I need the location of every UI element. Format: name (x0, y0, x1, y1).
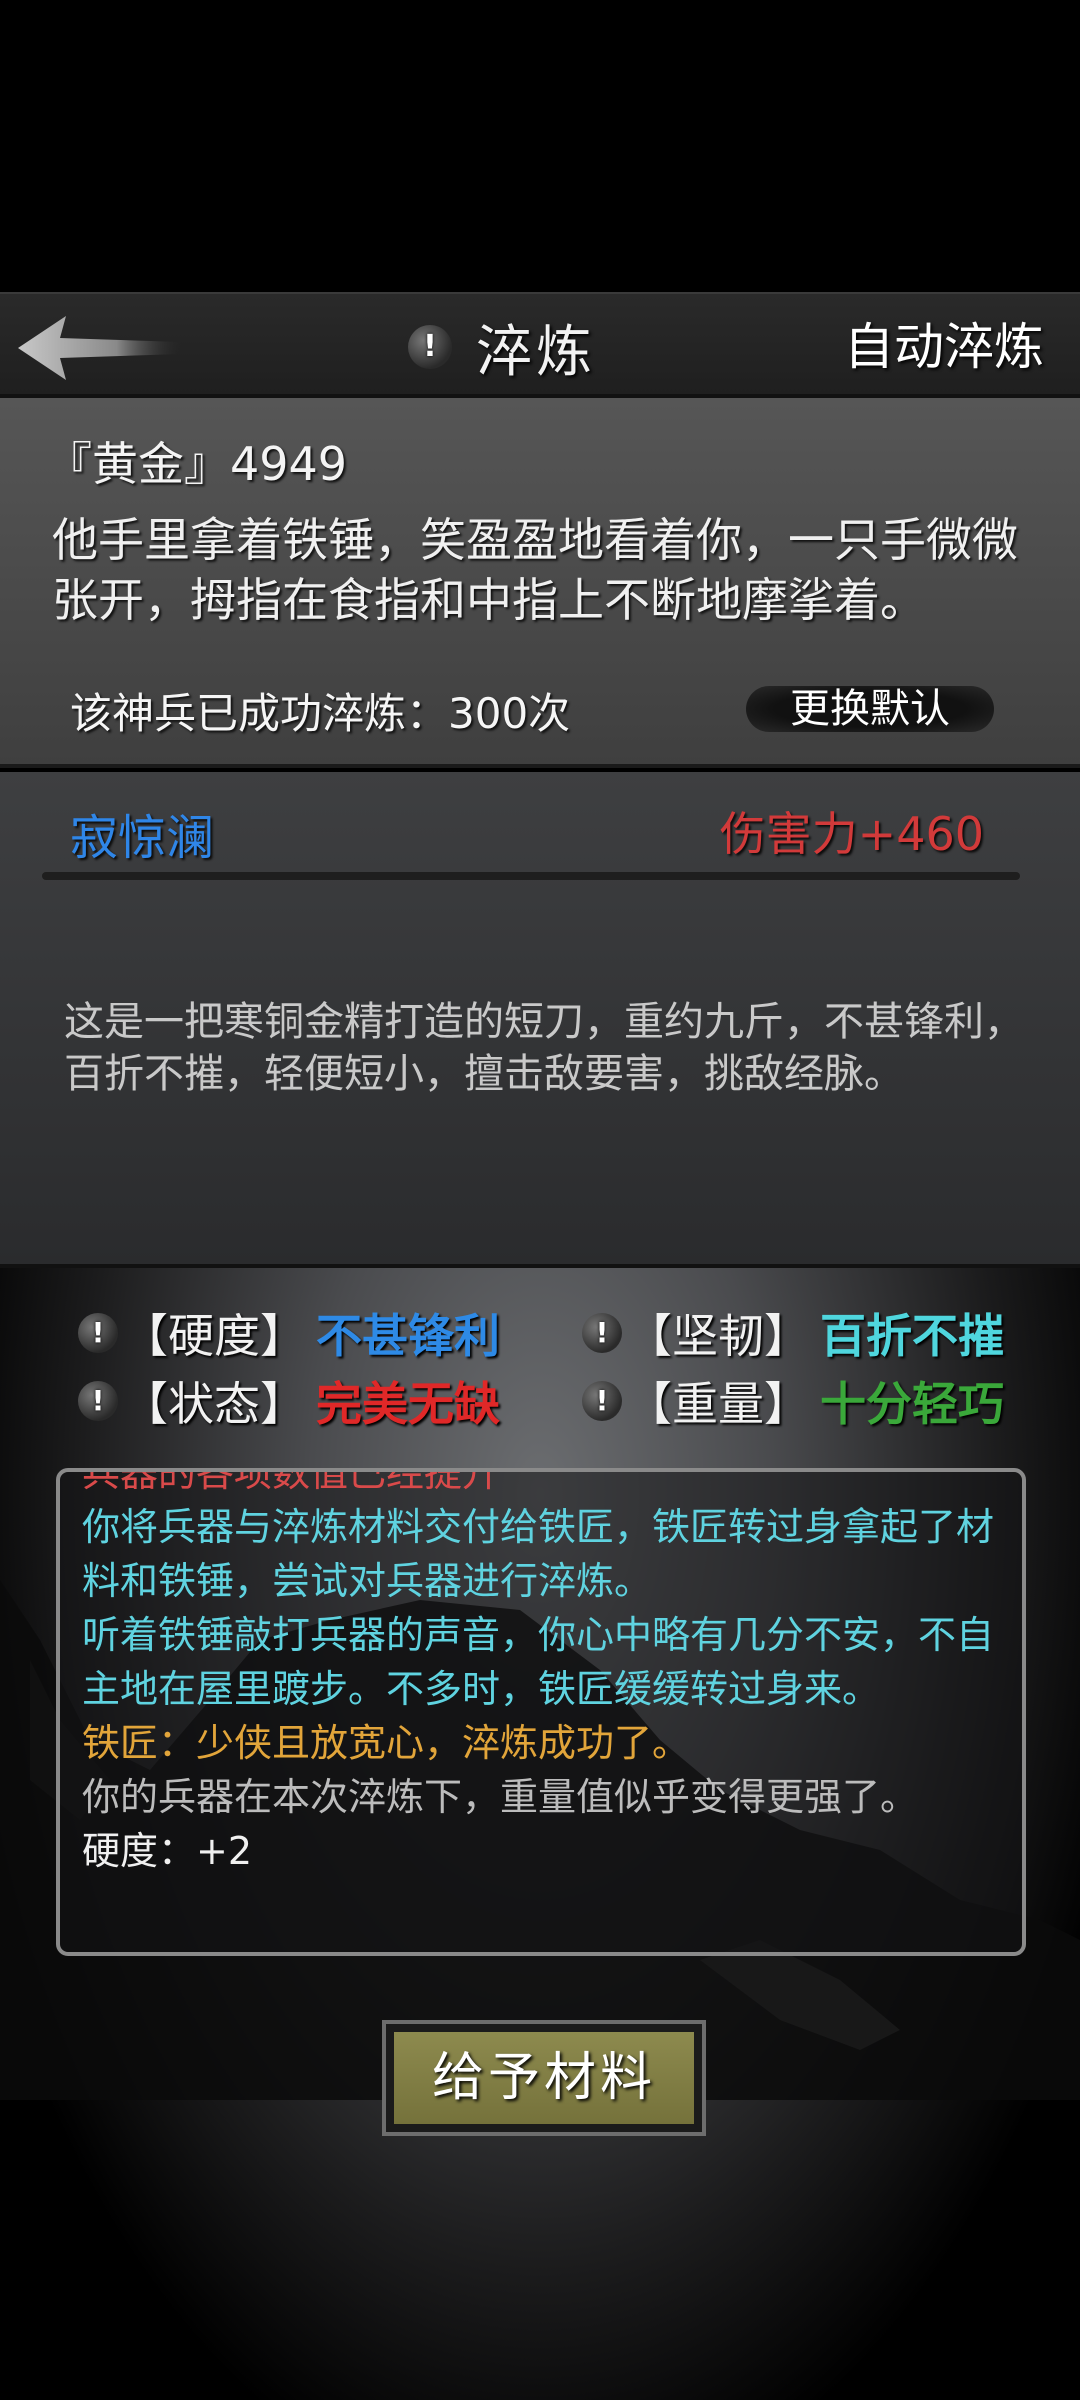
item-name: 『黄金』4949 (46, 437, 348, 491)
info-icon[interactable]: ! (582, 1313, 622, 1353)
title-group: ! 淬炼 (408, 314, 596, 385)
stat-weight: ! 【重量】 十分轻巧 (582, 1368, 1004, 1434)
item-description: 他手里拿着铁锤，笑盈盈地看着你，一只手微微张开，拇指在食指和中指上不断地摩挲着。 (52, 513, 1018, 627)
refine-log[interactable]: 兵器的各项数值已经提升 你将兵器与淬炼材料交付给铁匠，铁匠转过身拿起了材料和铁锤… (56, 1468, 1026, 1956)
info-icon[interactable]: ! (78, 1313, 118, 1353)
log-content: 兵器的各项数值已经提升 你将兵器与淬炼材料交付给铁匠，铁匠转过身拿起了材料和铁锤… (82, 1468, 1012, 1878)
weapon-panel: 寂惊澜 伤害力+460 这是一把寒铜金精打造的短刀，重约九斤，不甚锋利，百折不摧… (0, 772, 1080, 1268)
stat-value: 不甚锋利 (316, 1309, 500, 1363)
item-info-panel: 『黄金』4949 他手里拿着铁锤，笑盈盈地看着你，一只手微微张开，拇指在食指和中… (0, 398, 1080, 768)
stat-label: 【硬度】 (122, 1309, 306, 1363)
stat-condition: ! 【状态】 完美无缺 (78, 1368, 500, 1434)
give-materials-button[interactable]: 给予材料 (382, 2020, 706, 2136)
refine-count: 该神兵已成功淬炼：300次 (70, 689, 571, 738)
back-arrow-icon (18, 316, 182, 380)
stat-toughness: ! 【坚韧】 百折不摧 (582, 1300, 1004, 1366)
weapon-description: 这是一把寒铜金精打造的短刀，重约九斤，不甚锋利，百折不摧，轻便短小，擅击敌要害，… (64, 999, 1024, 1097)
stat-label: 【重量】 (626, 1377, 810, 1431)
page-title: 淬炼 (476, 319, 596, 385)
log-line: 听着铁锤敲打兵器的声音，你心中略有几分不安，不自主地在屋里踱步。不多时，铁匠缓缓… (82, 1613, 995, 1711)
divider (42, 872, 1020, 880)
info-icon[interactable]: ! (408, 325, 452, 369)
change-default-button[interactable]: 更换默认 (746, 686, 994, 732)
log-line: 你将兵器与淬炼材料交付给铁匠，铁匠转过身拿起了材料和铁锤，尝试对兵器进行淬炼。 (82, 1505, 995, 1603)
stat-label: 【坚韧】 (626, 1309, 810, 1363)
stat-value: 百折不摧 (820, 1309, 1004, 1363)
log-line: 铁匠：少侠且放宽心，淬炼成功了。 (82, 1721, 691, 1765)
log-line: 兵器的各项数值已经提升 (82, 1468, 501, 1495)
stat-label: 【状态】 (122, 1377, 306, 1431)
stat-value: 十分轻巧 (820, 1377, 1004, 1431)
back-button[interactable] (14, 312, 184, 384)
stat-value: 完美无缺 (316, 1377, 500, 1431)
info-icon[interactable]: ! (78, 1381, 118, 1421)
top-bar: ! 淬炼 自动淬炼 (0, 292, 1080, 398)
auto-refine-button[interactable]: 自动淬炼 (844, 312, 1044, 382)
log-line: 你的兵器在本次淬炼下，重量值似乎变得更强了。 (82, 1775, 919, 1819)
weapon-damage: 伤害力+460 (719, 807, 984, 861)
info-icon[interactable]: ! (582, 1381, 622, 1421)
weapon-name: 寂惊澜 (70, 810, 215, 866)
give-materials-label: 给予材料 (394, 2032, 694, 2124)
stat-hardness: ! 【硬度】 不甚锋利 (78, 1300, 500, 1366)
log-line: 硬度：+2 (82, 1829, 253, 1873)
